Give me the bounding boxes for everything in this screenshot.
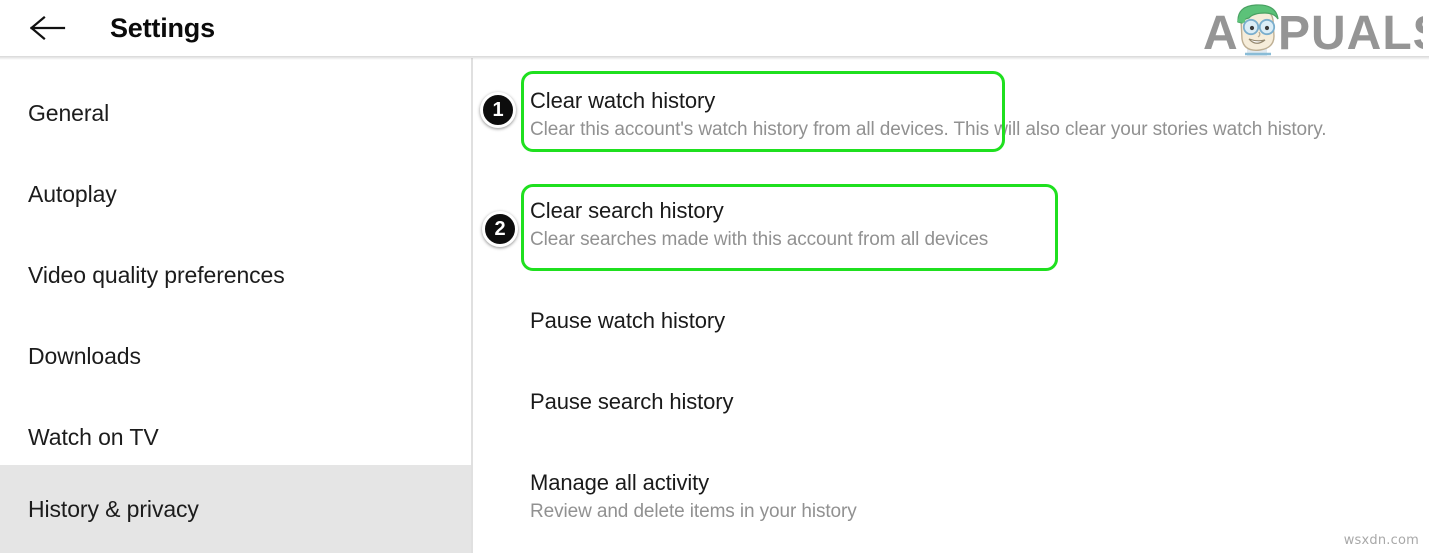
row-title: Clear watch history bbox=[530, 88, 716, 113]
row-title: Pause search history bbox=[530, 389, 734, 414]
step-badge-2: 2 bbox=[482, 211, 518, 247]
setting-row-clear-watch-history[interactable]: Clear watch history Clear this account's… bbox=[530, 86, 1429, 143]
back-arrow-icon bbox=[30, 15, 66, 41]
svg-text:PUALS: PUALS bbox=[1278, 7, 1423, 58]
setting-row-pause-watch-history[interactable]: Pause watch history bbox=[530, 306, 1429, 336]
setting-row-clear-search-history[interactable]: Clear search history Clear searches made… bbox=[530, 196, 1429, 253]
row-title: Manage all activity bbox=[530, 470, 710, 495]
row-subtitle: Clear searches made with this account fr… bbox=[530, 229, 989, 250]
row-subtitle: Clear this account's watch history from … bbox=[530, 119, 1327, 140]
sidebar-item-label: Video quality preferences bbox=[28, 261, 285, 288]
back-button[interactable] bbox=[27, 10, 69, 46]
sidebar-item-general[interactable]: General bbox=[0, 72, 471, 153]
settings-screen: Settings A PUAL General Autoplay Video q… bbox=[0, 0, 1429, 553]
setting-row-manage-all-activity[interactable]: Manage all activity Review and delete it… bbox=[530, 468, 1429, 525]
sidebar-item-label: General bbox=[28, 99, 110, 126]
row-title: Pause watch history bbox=[530, 308, 725, 333]
sidebar-item-label: History & privacy bbox=[28, 496, 199, 522]
sidebar-item-autoplay[interactable]: Autoplay bbox=[0, 153, 471, 234]
sidebar-item-label: Watch on TV bbox=[28, 423, 159, 450]
row-title: Clear search history bbox=[530, 198, 724, 223]
sidebar-item-history-and-privacy[interactable]: History & privacy bbox=[0, 465, 471, 553]
settings-sidebar: General Autoplay Video quality preferenc… bbox=[0, 58, 473, 553]
page-title: Settings bbox=[110, 13, 215, 43]
svg-text:A: A bbox=[1203, 7, 1238, 58]
sidebar-item-label: Autoplay bbox=[28, 180, 117, 207]
source-watermark: wsxdn.com bbox=[1343, 533, 1419, 548]
sidebar-item-video-quality-preferences[interactable]: Video quality preferences bbox=[0, 234, 471, 315]
row-subtitle: Review and delete items in your history bbox=[530, 501, 857, 522]
setting-row-pause-search-history[interactable]: Pause search history bbox=[530, 387, 1429, 417]
appuals-mascot-icon bbox=[1237, 4, 1279, 56]
step-badge-1: 1 bbox=[480, 92, 516, 128]
history-privacy-panel: Clear watch history Clear this account's… bbox=[475, 58, 1429, 553]
appuals-logo: A PUAL bbox=[1201, 2, 1429, 60]
app-header: Settings A PUAL bbox=[0, 0, 1429, 60]
sidebar-item-label: Downloads bbox=[28, 342, 141, 369]
sidebar-item-downloads[interactable]: Downloads bbox=[0, 315, 471, 396]
